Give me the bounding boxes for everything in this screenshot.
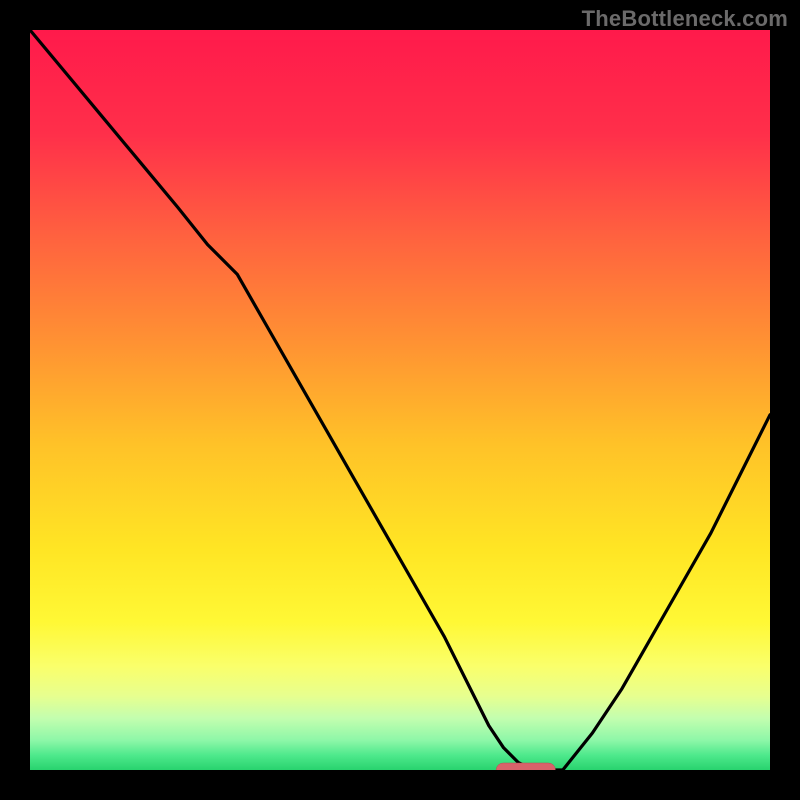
optimal-marker (496, 763, 555, 770)
watermark-text: TheBottleneck.com (582, 6, 788, 32)
curve-layer (30, 30, 770, 770)
bottleneck-curve (30, 30, 770, 770)
chart-frame: TheBottleneck.com (0, 0, 800, 800)
plot-area (30, 30, 770, 770)
